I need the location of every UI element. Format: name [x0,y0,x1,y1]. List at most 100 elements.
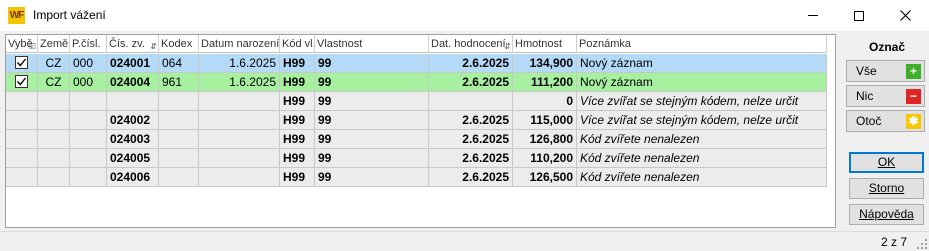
cell-kodex [159,92,199,110]
cell-eval-date: 2.6.2025 [429,111,513,129]
cell-animal-number: 024006 [107,168,159,186]
header-col-weight[interactable]: Hmotnost [513,35,577,53]
cell-animal-number: 024002 [107,111,159,129]
row-checkbox-cell[interactable] [6,111,38,129]
table-row[interactable]: CZ 000 024004 961 1.6.2025 H99 99 2.6.2025 111,2… [6,73,827,92]
cell-birth-date: 1.6.2025 [199,73,280,91]
cancel-button[interactable]: Storno [849,178,924,199]
cell-property: 99 [315,111,429,129]
size-grip-icon[interactable] [917,239,927,249]
table-row[interactable]: CZ 000 024001 064 1.6.2025 H99 99 2.6.2025 134,9… [6,54,827,73]
plus-icon: + [906,64,921,79]
cell-animal-number [107,92,159,110]
cell-pcisl [70,149,107,167]
cell-birth-date [199,149,280,167]
cell-weight: 134,900 [513,54,577,72]
cell-weight: 0 [513,92,577,110]
cell-pcisl [70,168,107,186]
header-col-property[interactable]: Vlastnost [315,35,429,53]
cell-weight: 110,200 [513,149,577,167]
cancel-label: Storno [868,181,905,195]
cell-note: Kód zvířete nenalezen [577,149,827,167]
cell-property: 99 [315,54,429,72]
cell-animal-number: 024004 [107,73,159,91]
table-row[interactable]: H99 99 0 Více zvířat se stejným kódem, nelz… [6,92,827,111]
cell-country [38,92,70,110]
cell-pcisl: 000 [70,73,107,91]
cell-weight: 126,800 [513,130,577,148]
row-checkbox-cell[interactable] [6,149,38,167]
select-all-button[interactable]: Vše + [846,60,925,82]
dialog-body: Vybě ☑ Země P.čísl. Čís. zv. ⇵ Kodex Datum naro… [0,31,929,251]
invert-selection-button[interactable]: Otoč ✱ [846,110,925,132]
cell-eval-date: 2.6.2025 [429,168,513,186]
row-checkbox-cell[interactable] [6,168,38,186]
cell-owner-code: H99 [280,92,315,110]
table-row[interactable]: 024003 H99 99 2.6.2025 126,800 Kód zvířete ne… [6,130,827,149]
cell-property: 99 [315,149,429,167]
cell-country [38,130,70,148]
row-checkbox-cell[interactable] [6,54,38,72]
weighing-grid[interactable]: Vybě ☑ Země P.čísl. Čís. zv. ⇵ Kodex Datum naro… [5,34,836,228]
sort-indicator-icon: ⇵ [504,42,511,51]
cell-eval-date [429,92,513,110]
close-button[interactable] [882,0,928,31]
header-col-pcisl[interactable]: P.čísl. [70,35,107,53]
cell-note: Nový záznam [577,54,827,72]
wf-logo-icon: WF [8,7,25,24]
header-col-animal-number[interactable]: Čís. zv. ⇵ [107,35,159,53]
cell-kodex [159,149,199,167]
row-checkbox-cell[interactable] [6,92,38,110]
help-button[interactable]: Nápověda [849,204,924,225]
select-none-button[interactable]: Nic − [846,85,925,107]
cell-kodex [159,168,199,186]
header-col-owner-code[interactable]: Kód vl. [280,35,315,53]
help-label: Nápověda [859,207,914,221]
table-row[interactable]: 024002 H99 99 2.6.2025 115,000 Více zvířat se… [6,111,827,130]
cell-note: Více zvířat se stejným kódem, nelze urči… [577,111,827,129]
star-icon: ✱ [906,114,921,129]
cell-birth-date [199,168,280,186]
cell-property: 99 [315,130,429,148]
row-checkbox-cell[interactable] [6,73,38,91]
cell-birth-date: 1.6.2025 [199,54,280,72]
cell-animal-number: 024005 [107,149,159,167]
checkbox-icon[interactable] [15,56,28,69]
cell-country [38,111,70,129]
title-bar: WF Import vážení [0,0,929,31]
cell-country [38,168,70,186]
table-row[interactable]: 024005 H99 99 2.6.2025 110,200 Kód zvířete ne… [6,149,827,168]
grid-header: Vybě ☑ Země P.čísl. Čís. zv. ⇵ Kodex Datum naro… [6,35,827,53]
ok-button[interactable]: OK [849,152,924,173]
header-col-note[interactable]: Poznámka [577,35,827,53]
header-col-eval-date[interactable]: Dat. hodnocení ⇵ [429,35,513,53]
invert-selection-label: Otoč [856,114,882,128]
cell-pcisl [70,92,107,110]
cell-animal-number: 024003 [107,130,159,148]
checkbox-icon[interactable] [15,75,28,88]
cell-weight: 126,500 [513,168,577,186]
cell-owner-code: H99 [280,73,315,91]
sort-indicator-icon: ⇵ [150,42,157,51]
maximize-button[interactable] [836,0,882,31]
cell-kodex [159,130,199,148]
cell-eval-date: 2.6.2025 [429,149,513,167]
cell-birth-date [199,130,280,148]
header-col-kodex[interactable]: Kodex [159,35,199,53]
cell-note: Kód zvířete nenalezen [577,130,827,148]
table-row[interactable]: 024006 H99 99 2.6.2025 126,500 Kód zvířete ne… [6,168,827,187]
header-col-birth-date[interactable]: Datum narození [199,35,280,53]
cell-eval-date: 2.6.2025 [429,54,513,72]
row-checkbox-cell[interactable] [6,130,38,148]
cell-weight: 115,000 [513,111,577,129]
header-col-country[interactable]: Země [38,35,70,53]
header-col-selected[interactable]: Vybě ☑ [6,35,38,53]
sort-indicator-icon: ☑ [28,42,36,51]
cell-owner-code: H99 [280,168,315,186]
cell-weight: 111,200 [513,73,577,91]
minimize-button[interactable] [790,0,836,31]
cell-pcisl [70,130,107,148]
cell-country [38,149,70,167]
cell-animal-number: 024001 [107,54,159,72]
cell-country: CZ [38,54,70,72]
